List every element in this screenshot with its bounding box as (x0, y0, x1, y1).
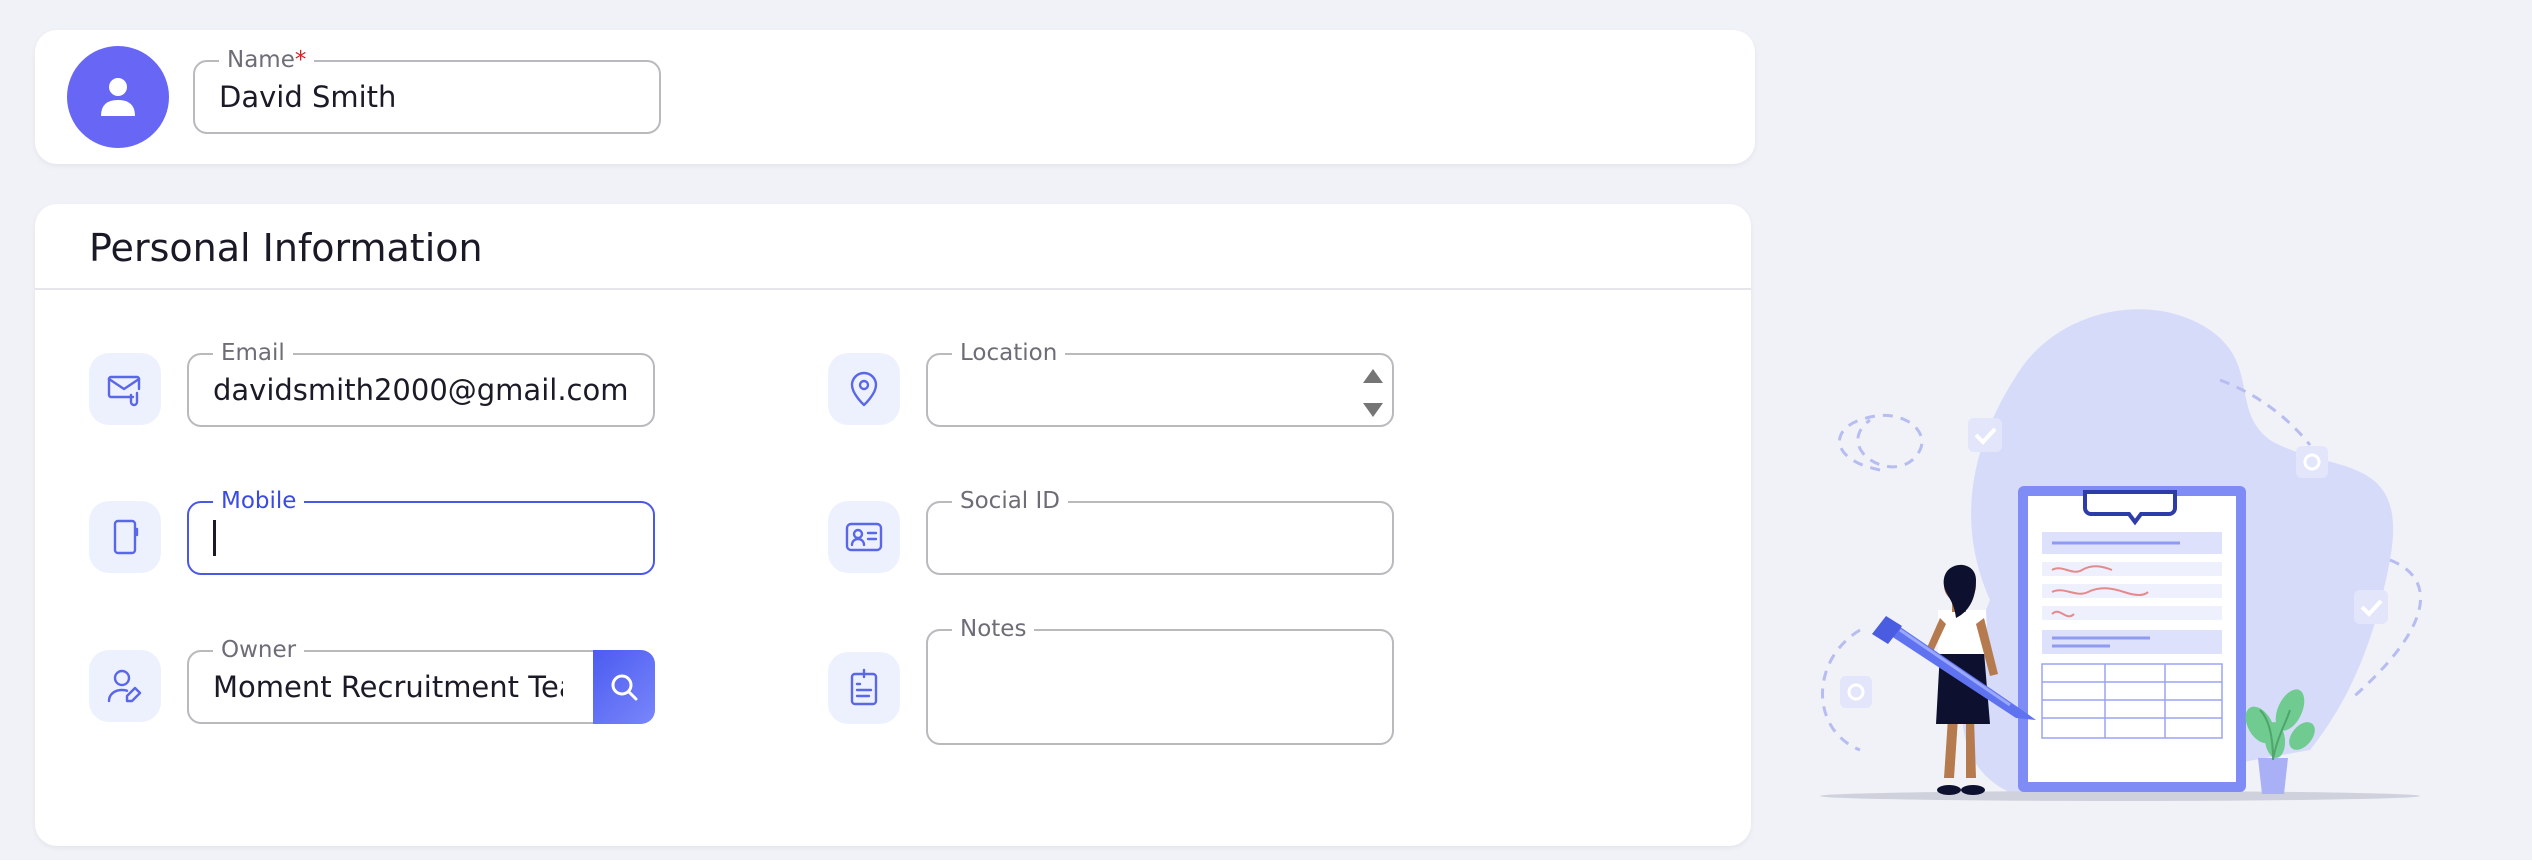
required-asterisk: * (294, 47, 307, 73)
text-cursor (213, 520, 216, 556)
notes-label: Notes (952, 615, 1035, 643)
check-badge-2 (2354, 590, 2388, 624)
owner-input[interactable]: Moment Recruitment Team (213, 669, 563, 705)
search-icon (611, 674, 638, 701)
user-edit-icon (107, 669, 142, 703)
email-icon-box (89, 353, 161, 425)
personal-info-card: Personal Information Email davidsmith200… (35, 204, 1751, 846)
location-icon-box (828, 353, 900, 425)
spinner-arrows[interactable] (1360, 361, 1386, 425)
phone-icon (113, 519, 139, 555)
owner-label: Owner (213, 636, 305, 664)
name-field[interactable]: Name* David Smith (193, 46, 661, 134)
avatar[interactable] (67, 46, 169, 148)
mobile-label: Mobile (213, 487, 305, 515)
location-field[interactable]: Location (926, 339, 1394, 427)
clipboard-list-icon (850, 668, 878, 706)
check-badge-1 (1968, 418, 2002, 452)
clipboard-illustration (1820, 309, 2423, 801)
ground-shadow (1820, 791, 2420, 801)
section-title: Personal Information (89, 226, 483, 270)
mobile-icon-box (89, 501, 161, 573)
name-input[interactable]: David Smith (219, 79, 396, 115)
spin-down-icon (1363, 403, 1383, 417)
mail-attachment-icon (107, 375, 141, 407)
owner-field[interactable]: Owner Moment Recruitment Team (187, 636, 597, 724)
spin-up-icon (1363, 369, 1383, 383)
gear-badge-1 (2296, 446, 2328, 478)
location-label: Location (952, 339, 1066, 367)
name-card: Name* David Smith (35, 30, 1755, 164)
name-label: Name* (219, 46, 315, 74)
id-card-icon (845, 522, 883, 552)
gear-badge-2 (1840, 676, 1872, 708)
notes-field[interactable]: Notes (926, 615, 1394, 745)
owner-search-button[interactable] (593, 650, 655, 724)
owner-icon-box (89, 650, 161, 722)
plant-pot (2258, 758, 2288, 794)
email-field[interactable]: Email davidsmith2000@gmail.com (187, 339, 655, 427)
social-id-icon-box (828, 501, 900, 573)
email-input[interactable]: davidsmith2000@gmail.com (213, 372, 633, 408)
section-divider (35, 288, 1751, 290)
social-id-label: Social ID (952, 487, 1068, 515)
social-id-field[interactable]: Social ID (926, 487, 1394, 575)
decorative-dashed-line (1838, 414, 1924, 472)
mobile-field[interactable]: Mobile (187, 487, 655, 575)
notes-icon-box (828, 652, 900, 724)
email-label: Email (213, 339, 293, 367)
map-pin-icon (850, 371, 878, 407)
user-icon (101, 78, 135, 116)
